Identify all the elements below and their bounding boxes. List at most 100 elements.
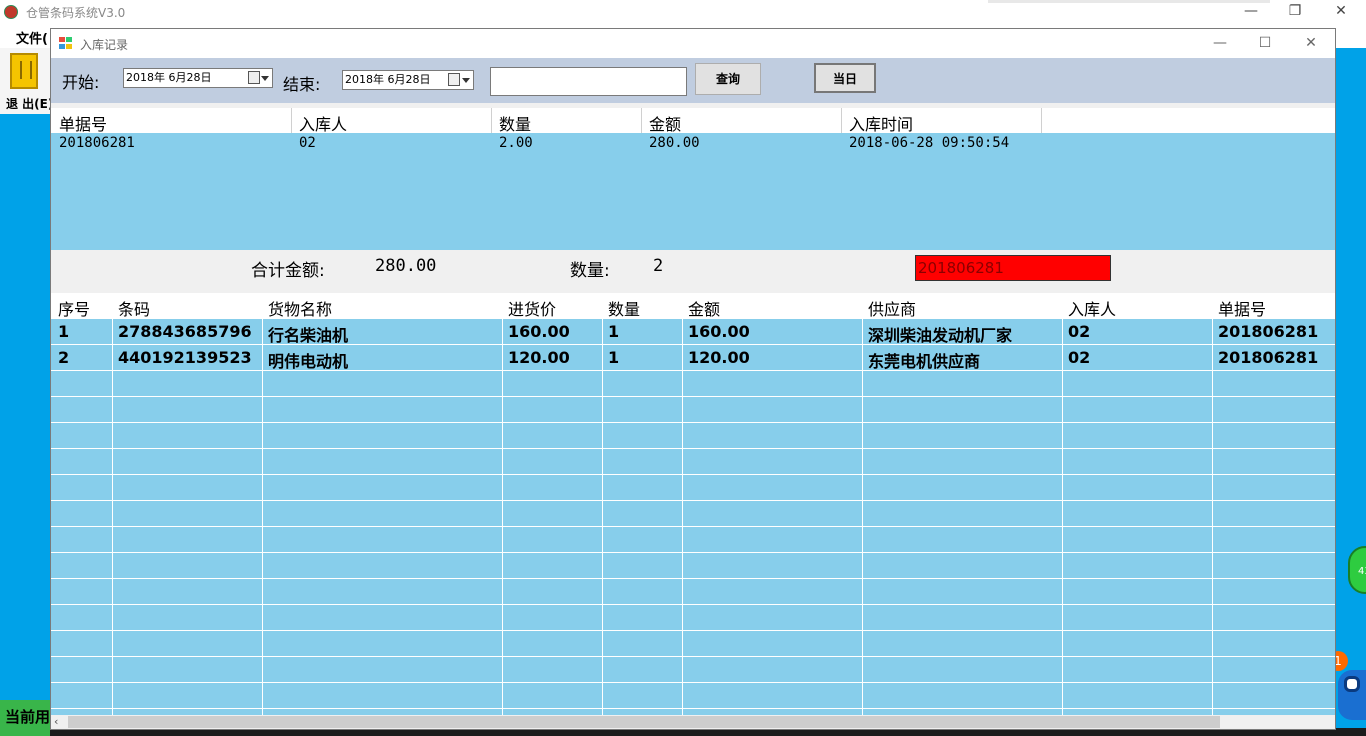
- supplier-cell[interactable]: 东莞电机供应商: [868, 348, 980, 372]
- column-header[interactable]: 进货价: [508, 296, 556, 320]
- app-minimize-icon[interactable]: —: [1228, 0, 1274, 24]
- row-line: [51, 396, 1335, 397]
- column-divider[interactable]: [862, 293, 863, 715]
- row-line: [51, 422, 1335, 423]
- order-number-cell[interactable]: 201806281: [59, 135, 135, 151]
- column-header[interactable]: 单据号: [59, 111, 107, 135]
- supplier-cell[interactable]: 深圳柴油发动机厂家: [868, 322, 1012, 346]
- row-index-cell[interactable]: 1: [58, 322, 69, 341]
- floating-widget-icon[interactable]: 43: [1348, 546, 1366, 594]
- exit-door-icon[interactable]: [10, 53, 38, 89]
- chevron-down-icon[interactable]: [462, 78, 470, 83]
- row-line: [51, 500, 1335, 501]
- orders-grid-header: [51, 108, 1335, 133]
- quantity-cell[interactable]: 1: [608, 348, 619, 367]
- assistant-mascot-icon[interactable]: [1338, 670, 1366, 720]
- start-date-value: 2018年 6月28日: [126, 71, 212, 84]
- column-divider[interactable]: [491, 108, 492, 133]
- scrollbar-thumb[interactable]: [68, 716, 1220, 728]
- quantity-cell[interactable]: 1: [608, 322, 619, 341]
- amount-cell[interactable]: 120.00: [688, 348, 750, 367]
- column-divider[interactable]: [502, 293, 503, 715]
- summary-bar: [51, 251, 1335, 291]
- app-close-icon[interactable]: ✕: [1318, 0, 1364, 24]
- column-header[interactable]: 入库时间: [849, 111, 913, 135]
- quantity-cell[interactable]: 2.00: [499, 135, 533, 151]
- today-button[interactable]: 当日: [814, 63, 876, 93]
- product-name-cell[interactable]: 明伟电动机: [268, 348, 348, 372]
- selected-order-field[interactable]: 201806281: [915, 255, 1111, 281]
- row-line: [51, 708, 1335, 709]
- row-line: [51, 604, 1335, 605]
- end-label: 结束:: [283, 75, 321, 94]
- receiver-cell[interactable]: 02: [299, 135, 316, 151]
- column-header[interactable]: 金额: [649, 111, 681, 135]
- dialog-maximize-icon[interactable]: ☐: [1242, 29, 1288, 57]
- column-divider[interactable]: [1041, 108, 1042, 133]
- chevron-down-icon[interactable]: [261, 76, 269, 81]
- row-line: [51, 448, 1335, 449]
- menu-file[interactable]: 文件(: [16, 28, 48, 47]
- amount-cell[interactable]: 160.00: [688, 322, 750, 341]
- row-line: [51, 344, 1335, 345]
- row-line: [51, 578, 1335, 579]
- query-button[interactable]: 查询: [695, 63, 761, 95]
- app-logo-icon: [4, 5, 18, 19]
- column-header[interactable]: 单据号: [1218, 296, 1266, 320]
- column-divider[interactable]: [112, 293, 113, 715]
- column-header[interactable]: 序号: [58, 296, 90, 320]
- dialog-minimize-icon[interactable]: —: [1197, 29, 1243, 57]
- purchase-price-cell[interactable]: 160.00: [508, 322, 570, 341]
- order-number-cell[interactable]: 201806281: [1218, 348, 1318, 367]
- time-cell[interactable]: 2018-06-28 09:50:54: [849, 135, 1009, 151]
- column-header[interactable]: 货物名称: [268, 296, 332, 320]
- scroll-left-icon[interactable]: ‹: [54, 715, 58, 728]
- column-divider[interactable]: [1212, 293, 1213, 715]
- barcode-cell[interactable]: 440192139523: [118, 348, 252, 367]
- row-line: [51, 552, 1335, 553]
- row-index-cell[interactable]: 2: [58, 348, 69, 367]
- dialog-close-icon[interactable]: ✕: [1288, 29, 1334, 57]
- app-title: 仓管条码系统V3.0: [26, 6, 126, 20]
- column-header[interactable]: 入库人: [1068, 296, 1116, 320]
- column-divider[interactable]: [841, 108, 842, 133]
- row-line: [51, 526, 1335, 527]
- receiver-cell[interactable]: 02: [1068, 348, 1090, 367]
- row-line: [51, 682, 1335, 683]
- order-number-cell[interactable]: 201806281: [1218, 322, 1318, 341]
- column-header[interactable]: 供应商: [868, 296, 916, 320]
- app-restore-icon[interactable]: ❐: [1272, 0, 1318, 24]
- column-divider[interactable]: [291, 108, 292, 133]
- start-label: 开始:: [62, 73, 100, 92]
- app-titlebar: [0, 0, 1366, 24]
- search-input[interactable]: [490, 67, 687, 96]
- row-line: [51, 656, 1335, 657]
- row-line: [51, 370, 1335, 371]
- column-header[interactable]: 数量: [608, 296, 640, 320]
- amount-cell[interactable]: 280.00: [649, 135, 700, 151]
- exit-button-label[interactable]: 退 出(E): [6, 95, 53, 112]
- total-amount-value: 280.00: [375, 256, 437, 276]
- total-amount-label: 合计金额:: [251, 261, 325, 281]
- column-header[interactable]: 金额: [688, 296, 720, 320]
- column-header[interactable]: 数量: [499, 111, 531, 135]
- column-divider[interactable]: [641, 108, 642, 133]
- row-line: [51, 474, 1335, 475]
- purchase-price-cell[interactable]: 120.00: [508, 348, 570, 367]
- column-header[interactable]: 入库人: [299, 111, 347, 135]
- receiver-cell[interactable]: 02: [1068, 322, 1090, 341]
- end-date-picker[interactable]: 2018年 6月28日: [342, 70, 474, 90]
- column-divider[interactable]: [262, 293, 263, 715]
- column-header[interactable]: 条码: [118, 296, 150, 320]
- calendar-icon[interactable]: [448, 73, 460, 86]
- end-date-value: 2018年 6月28日: [345, 73, 431, 86]
- barcode-cell[interactable]: 278843685796: [118, 322, 252, 341]
- window-icon: [59, 37, 73, 49]
- column-divider[interactable]: [602, 293, 603, 715]
- start-date-picker[interactable]: 2018年 6月28日: [123, 68, 273, 88]
- dialog-titlebar: [51, 29, 1335, 58]
- column-divider[interactable]: [682, 293, 683, 715]
- calendar-icon[interactable]: [248, 71, 260, 84]
- product-name-cell[interactable]: 行名柴油机: [268, 322, 348, 346]
- column-divider[interactable]: [1062, 293, 1063, 715]
